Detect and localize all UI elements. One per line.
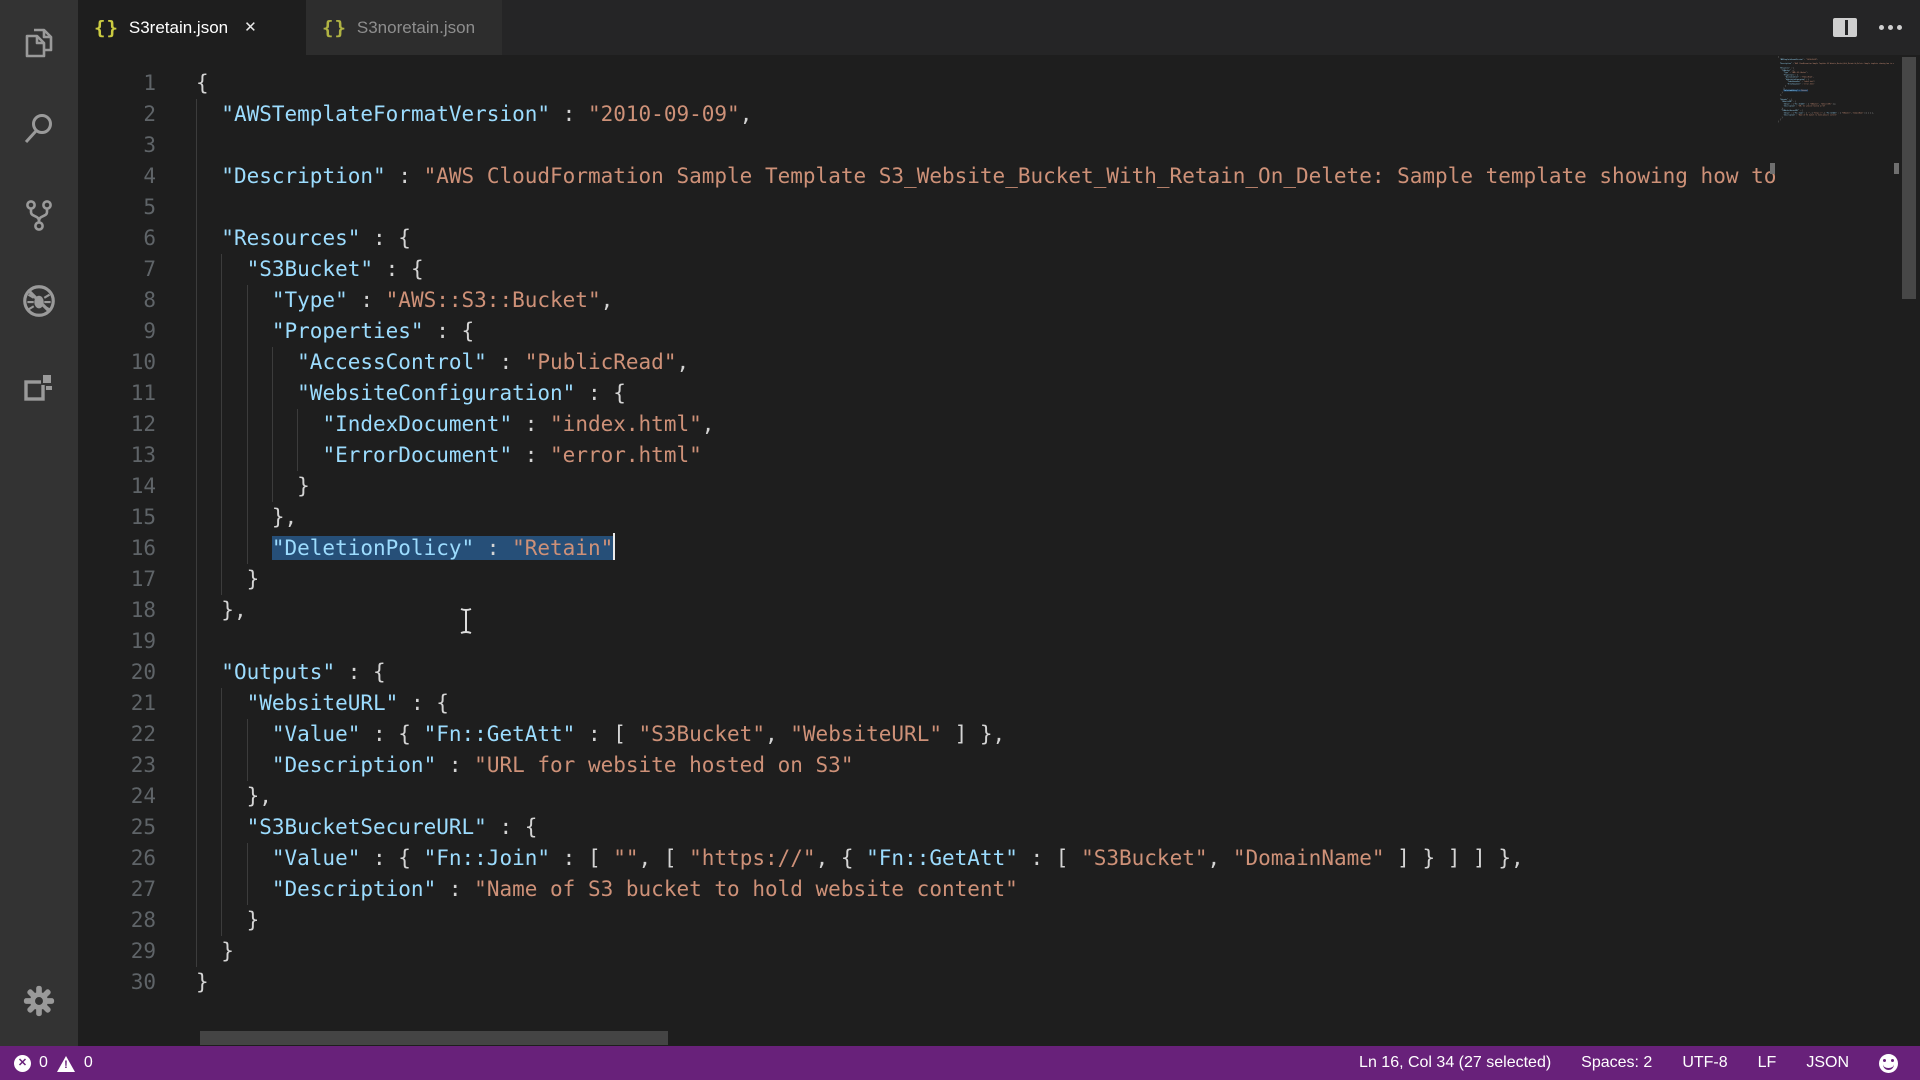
tab-s3noretain[interactable]: {} S3noretain.json [306,0,502,55]
minimap-selection-mark [1770,163,1775,174]
minimap[interactable]: { "AWSTemplateFormatVersion" : "2010-09-… [1778,55,1894,1046]
warning-icon: ! [56,1055,76,1072]
line-number-gutter: 1234567891011121314151617181920212223242… [78,68,196,998]
tab-label: S3noretain.json [357,18,475,38]
problems-indicator[interactable]: ✕ 0 ! 0 [0,1054,93,1072]
cursor-position[interactable]: Ln 16, Col 34 (27 selected) [1359,1054,1551,1072]
horizontal-scrollbar[interactable] [200,1031,668,1045]
eol-setting[interactable]: LF [1758,1054,1777,1072]
status-bar: ✕ 0 ! 0 Ln 16, Col 34 (27 selected) Spac… [0,1046,1920,1080]
source-control-icon[interactable] [0,172,78,258]
tab-s3retain[interactable]: {} S3retain.json ✕ [78,0,306,55]
close-icon[interactable]: ✕ [244,20,257,35]
tab-bar: {} S3retain.json ✕ {} S3noretain.json [78,0,1920,55]
overview-ruler-selection-mark [1894,163,1899,174]
editor[interactable]: 1234567891011121314151617181920212223242… [78,55,1920,1046]
language-mode[interactable]: JSON [1806,1054,1849,1072]
more-actions-icon[interactable] [1879,25,1902,30]
extensions-icon[interactable] [0,344,78,430]
json-file-icon: {} [94,17,119,39]
explorer-icon[interactable] [0,0,78,86]
search-icon[interactable] [0,86,78,172]
vertical-scrollbar[interactable] [1902,57,1916,299]
json-file-icon: {} [322,17,347,39]
indentation-setting[interactable]: Spaces: 2 [1581,1054,1652,1072]
feedback-smiley-icon[interactable] [1879,1054,1898,1073]
activity-bar [0,0,78,1046]
error-icon: ✕ [14,1055,31,1072]
error-count: 0 [39,1054,48,1072]
warning-count: 0 [84,1054,93,1072]
minimap-content: { "AWSTemplateFormatVersion" : "2010-09-… [1778,55,1893,123]
split-editor-icon[interactable] [1833,18,1857,37]
encoding-setting[interactable]: UTF-8 [1682,1054,1727,1072]
code-lines[interactable]: { "AWSTemplateFormatVersion" : "2010-09-… [196,68,1778,998]
tab-label: S3retain.json [129,18,228,38]
settings-gear-icon[interactable] [0,962,78,1040]
debug-icon[interactable] [0,258,78,344]
